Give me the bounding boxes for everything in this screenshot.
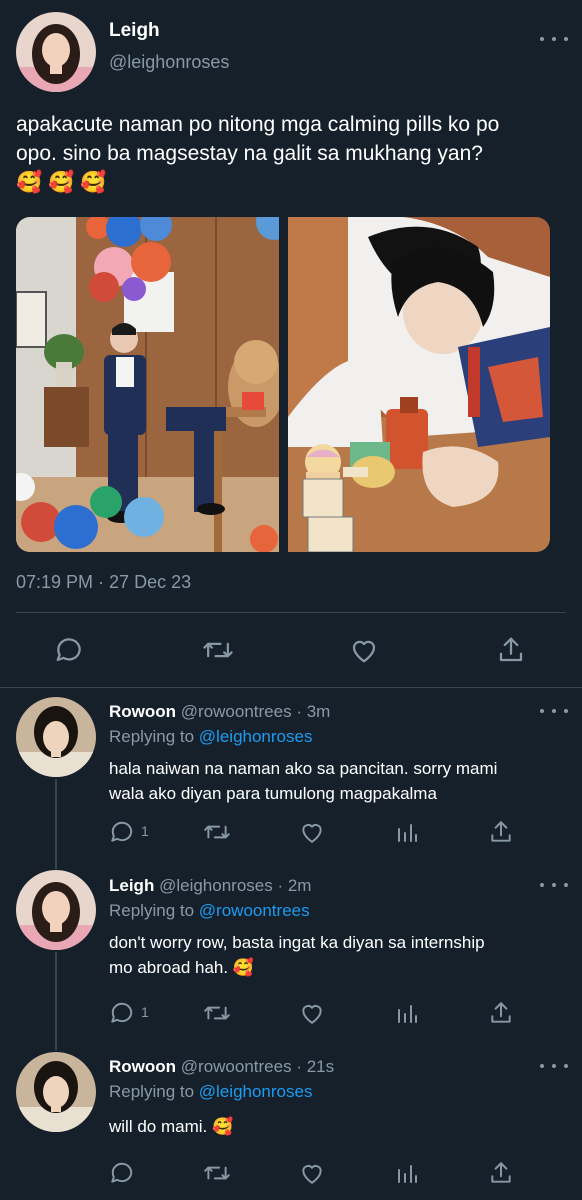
reply-icon[interactable]	[54, 635, 84, 665]
main-tweet-text: apakacute naman po nitong mga calming pi…	[16, 110, 499, 168]
retweet-icon[interactable]	[203, 819, 231, 845]
thread-line	[55, 952, 57, 1050]
avatar-leigh[interactable]	[16, 12, 96, 92]
heart-icon[interactable]	[299, 1160, 325, 1186]
reply-handle[interactable]: @leighonroses	[159, 876, 273, 895]
thread-line	[55, 779, 57, 869]
main-tweet-line-2: opo. sino ba magsestay na galit sa mukha…	[16, 142, 483, 165]
main-timestamp[interactable]: 07:19 PM · 27 Dec 23	[16, 572, 191, 593]
reply-time[interactable]: · 21s	[296, 1057, 334, 1076]
divider	[0, 687, 582, 688]
heart-icon[interactable]	[299, 1000, 325, 1026]
replying-to-link[interactable]: @rowoontrees	[199, 901, 310, 920]
analytics-icon[interactable]	[395, 1000, 419, 1026]
reply-count: 1	[141, 823, 149, 839]
reply-header: Leigh @leighonroses · 2m	[109, 876, 311, 896]
analytics-icon[interactable]	[395, 819, 419, 845]
main-handle[interactable]: @leighonroses	[109, 52, 229, 73]
reply-icon[interactable]	[109, 1000, 135, 1026]
main-tweet-line-1: apakacute naman po nitong mga calming pi…	[16, 113, 500, 136]
retweet-icon[interactable]	[203, 1160, 231, 1186]
main-display-name[interactable]: Leigh	[109, 20, 160, 42]
heart-icon[interactable]	[299, 819, 325, 845]
reply-header: Rowoon @rowoontrees · 21s	[109, 1057, 334, 1077]
reply-text-line-1: hala naiwan na naman ako sa pancitan. so…	[109, 759, 498, 778]
replying-to-label: Replying to	[109, 901, 195, 920]
more-icon[interactable]	[540, 33, 568, 45]
reply-display-name[interactable]: Rowoon	[109, 1057, 176, 1076]
reply-count: 1	[141, 1004, 149, 1020]
replying-to: Replying to @rowoontrees	[109, 901, 310, 921]
reply-display-name[interactable]: Rowoon	[109, 702, 176, 721]
reply-text-line-2: wala ako diyan para tumulong magpakalma	[109, 784, 437, 803]
reply-text-line-2: mo abroad hah. 🥰	[109, 958, 254, 977]
retweet-icon[interactable]	[202, 635, 234, 665]
heart-icon[interactable]	[349, 635, 379, 665]
divider	[16, 612, 566, 613]
reply-header: Rowoon @rowoontrees · 3m	[109, 702, 330, 722]
reply-text: hala naiwan na naman ako sa pancitan. so…	[109, 756, 497, 806]
reply-handle[interactable]: @rowoontrees	[181, 702, 292, 721]
reply-display-name[interactable]: Leigh	[109, 876, 154, 895]
more-icon[interactable]	[540, 1060, 568, 1072]
share-icon[interactable]	[488, 819, 514, 845]
reply-text: don't worry row, basta ingat ka diyan sa…	[109, 930, 485, 980]
avatar-rowoon[interactable]	[16, 1052, 96, 1132]
avatar-rowoon[interactable]	[16, 697, 96, 777]
media-photo-right[interactable]	[288, 217, 550, 552]
reply-text: will do mami. 🥰	[109, 1114, 233, 1139]
replying-to-link[interactable]: @leighonroses	[199, 727, 313, 746]
more-icon[interactable]	[540, 705, 568, 717]
avatar-leigh[interactable]	[16, 870, 96, 950]
reply-icon[interactable]	[109, 1160, 135, 1186]
analytics-icon[interactable]	[395, 1160, 419, 1186]
share-icon[interactable]	[488, 1160, 514, 1186]
share-icon[interactable]	[496, 635, 526, 665]
more-icon[interactable]	[540, 879, 568, 891]
replying-to-label: Replying to	[109, 727, 195, 746]
reply-text-line-1: will do mami. 🥰	[109, 1117, 234, 1136]
reply-icon[interactable]	[109, 819, 135, 845]
reply-text-line-1: don't worry row, basta ingat ka diyan sa…	[109, 933, 485, 952]
reply-time[interactable]: · 2m	[277, 876, 311, 895]
share-icon[interactable]	[488, 1000, 514, 1026]
media-photo-left[interactable]	[16, 217, 279, 552]
retweet-icon[interactable]	[203, 1000, 231, 1026]
reply-handle[interactable]: @rowoontrees	[181, 1057, 292, 1076]
replying-to-link[interactable]: @leighonroses	[199, 1082, 313, 1101]
main-tweet-emojis: 🥰 🥰 🥰	[16, 171, 107, 194]
reply-time[interactable]: · 3m	[296, 702, 330, 721]
replying-to-label: Replying to	[109, 1082, 195, 1101]
replying-to: Replying to @leighonroses	[109, 1082, 312, 1102]
replying-to: Replying to @leighonroses	[109, 727, 312, 747]
